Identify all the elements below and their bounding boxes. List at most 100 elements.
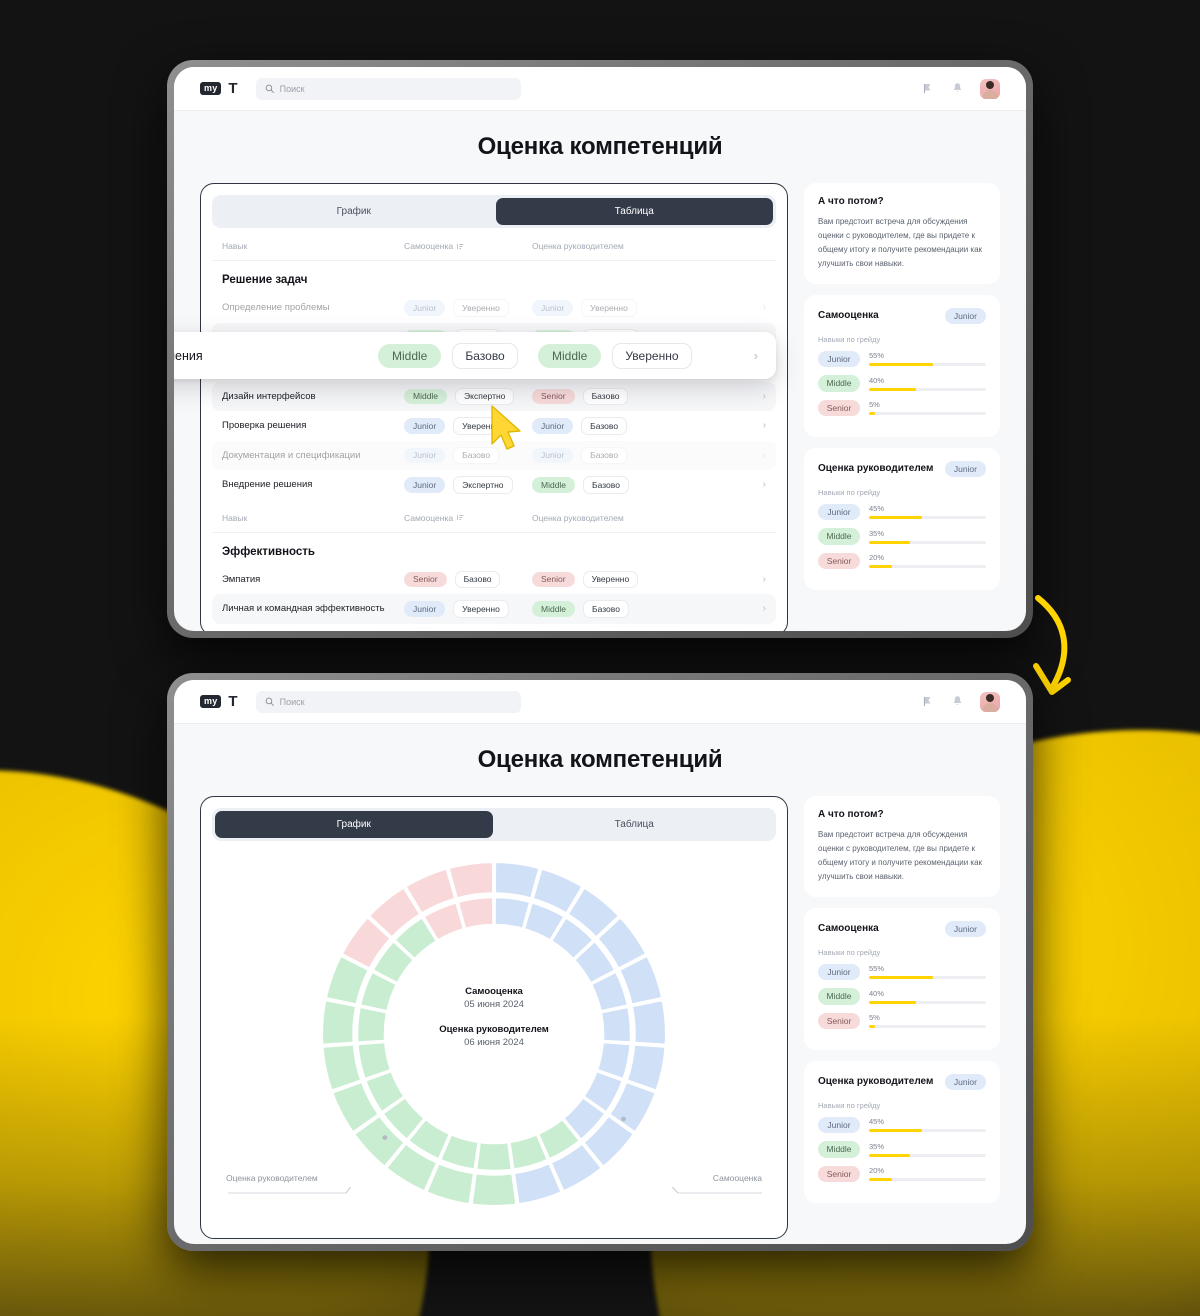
- row-self-cell: Senior Базово: [404, 570, 532, 588]
- competency-card-2: График Таблица Самооценка 05 июня 2024 О…: [200, 796, 788, 1239]
- bell-icon[interactable]: [951, 82, 964, 95]
- row-chevron-icon[interactable]: ›: [750, 603, 766, 614]
- donut-segment-Самооценка-Junior: [493, 860, 541, 900]
- row-self-cell: Junior Уверенно: [404, 600, 532, 618]
- manager-assessment-card: Оценка руководителем Junior Навыки по гр…: [804, 448, 1000, 590]
- grade-bar-fill: [869, 1000, 916, 1004]
- grade-bar-percent: 20%: [869, 553, 885, 563]
- table-row[interactable]: Внедрение решения Junior Экспертно Middle Ба…: [212, 470, 776, 500]
- self-assessment-card-2: Самооценка Junior Навыки по грейду Junio…: [804, 908, 1000, 1050]
- grade-bar-track: [869, 1178, 986, 1182]
- view-tabs: График Таблица: [212, 195, 776, 228]
- row-manager-grade: Junior: [532, 418, 574, 434]
- app-logo[interactable]: my T: [200, 81, 238, 96]
- grade-bar-wrap: 55%: [869, 351, 986, 367]
- row-chevron-icon[interactable]: ›: [750, 574, 766, 585]
- grade-bar-label: Senior: [818, 399, 860, 416]
- table-row[interactable]: Эмпатия Senior Базово Senior Уверенно ›: [212, 565, 776, 595]
- annotation-manager-leader-line: [228, 1187, 352, 1194]
- grade-bar-wrap: 55%: [869, 964, 986, 980]
- annotation-self-leader-line: [671, 1187, 762, 1194]
- row-chevron-icon[interactable]: ›: [750, 450, 766, 461]
- avatar[interactable]: [980, 78, 1000, 99]
- table-group-title: Решение задач: [222, 274, 308, 286]
- page-body-chart: Оценка компетенций График Таблица Самооц…: [174, 724, 1026, 1239]
- row-self-grade: Junior: [404, 447, 446, 463]
- logo-t-mark: T: [228, 80, 238, 97]
- annotation-dot-manager: [382, 1135, 388, 1141]
- app-logo-2[interactable]: my T: [200, 694, 238, 709]
- table-row[interactable]: Определение проблемы Junior Уверенно Junior…: [212, 293, 776, 323]
- row-self-grade: Middle: [404, 388, 448, 404]
- grade-bar-row: Middle 35%: [818, 1141, 986, 1158]
- flag-icon-2[interactable]: [922, 695, 935, 708]
- row-chevron-icon[interactable]: ›: [750, 391, 766, 402]
- search-icon-2: [265, 697, 274, 706]
- header-self-assessment[interactable]: Самооценка: [404, 513, 532, 523]
- content-layout-2: График Таблица Самооценка 05 июня 2024 О…: [200, 796, 1000, 1239]
- row-self-level: Уверенно: [453, 299, 509, 317]
- row-self-grade: Junior: [404, 418, 446, 434]
- annotation-self: Самооценка: [671, 1173, 762, 1194]
- next-steps-body-2: Вам предстоит встреча для обсуждения оце…: [818, 830, 983, 881]
- donut-segment-Самооценка-Junior: [630, 998, 668, 1046]
- row-manager-level: Уверенно: [581, 299, 637, 317]
- grade-bar-percent: 20%: [869, 1166, 885, 1176]
- grade-bar-fill: [869, 976, 934, 980]
- mouse-cursor-icon: [491, 405, 521, 450]
- bell-icon-2[interactable]: [951, 695, 964, 708]
- row-chevron-icon[interactable]: ›: [750, 479, 766, 490]
- self-assessment-header-2: Самооценка Junior: [818, 921, 986, 937]
- row-manager-cell: Senior Уверенно: [532, 570, 750, 588]
- center-label-1-title: Самооценка: [465, 986, 523, 997]
- annotation-self-text: Самооценка: [712, 1173, 762, 1183]
- grade-bar-track: [869, 1129, 986, 1133]
- grade-bar-fill: [869, 1153, 910, 1157]
- grade-bar-track: [869, 1153, 986, 1157]
- header-manager-assessment[interactable]: Оценка руководителем: [532, 513, 750, 523]
- tab-chart-2[interactable]: График: [215, 811, 493, 838]
- hovered-self-level: Базово: [452, 342, 518, 369]
- row-manager-cell: Middle Базово: [532, 600, 750, 618]
- row-chevron-icon[interactable]: ›: [750, 420, 766, 431]
- app-window-chart-view: my T Поиск Оценка компетенций График Таб…: [174, 680, 1026, 1244]
- grade-bar-wrap: 20%: [869, 553, 986, 569]
- search-placeholder-2: Поиск: [279, 696, 305, 707]
- grade-bar-wrap: 5%: [869, 1013, 986, 1029]
- grade-bar-label: Junior: [818, 1116, 860, 1133]
- sidebar-top: А что потом? Вам предстоит встреча для о…: [804, 183, 1000, 590]
- flag-icon[interactable]: [922, 82, 935, 95]
- grade-bar-fill: [869, 387, 916, 391]
- header-manager-assessment[interactable]: Оценка руководителем: [532, 241, 750, 251]
- self-assessment-card: Самооценка Junior Навыки по грейду Junio…: [804, 295, 1000, 437]
- manager-assessment-subtitle: Навыки по грейду: [818, 487, 881, 497]
- row-manager-grade: Senior: [532, 388, 575, 404]
- table-header-row: Навык Самооценка Оценка руководителем: [212, 500, 776, 533]
- header-self-assessment[interactable]: Самооценка: [404, 241, 532, 251]
- tab-table-2[interactable]: Таблица: [496, 811, 774, 838]
- grade-bar-track: [869, 412, 986, 416]
- manager-assessment-card-2: Оценка руководителем Junior Навыки по гр…: [804, 1061, 1000, 1203]
- row-self-cell: Junior Экспертно: [404, 476, 532, 494]
- avatar-2[interactable]: [980, 691, 1000, 712]
- app-topbar: my T Поиск: [174, 67, 1026, 111]
- table-row[interactable]: Личная и командная эффективность Junior Ув…: [212, 594, 776, 624]
- hovered-self-cell: Middle Базово: [378, 342, 538, 369]
- tab-chart[interactable]: График: [215, 198, 493, 225]
- donut-segment-Оценка руководителем-Senior: [456, 895, 495, 931]
- grade-bar-wrap: 45%: [869, 1117, 986, 1133]
- search-input-2[interactable]: Поиск: [255, 690, 521, 713]
- tab-table[interactable]: Таблица: [495, 198, 773, 225]
- row-chevron-icon[interactable]: ›: [750, 302, 766, 313]
- manager-assessment-title-2: Оценка руководителем: [818, 1076, 934, 1088]
- search-input[interactable]: Поиск: [255, 77, 521, 100]
- hovered-skill-row[interactable]: Поиск решения Middle Базово Middle Увере…: [174, 332, 776, 379]
- grade-bar-fill: [869, 1129, 922, 1133]
- hovered-manager-cell: Middle Уверенно: [538, 342, 754, 369]
- row-self-grade: Junior: [404, 601, 446, 617]
- grade-bar-label: Senior: [818, 1012, 860, 1029]
- grade-bar-track: [869, 976, 986, 980]
- row-manager-grade: Senior: [532, 571, 575, 587]
- hovered-row-chevron-icon[interactable]: ›: [754, 348, 758, 363]
- annotation-manager: Оценка руководителем: [226, 1173, 352, 1194]
